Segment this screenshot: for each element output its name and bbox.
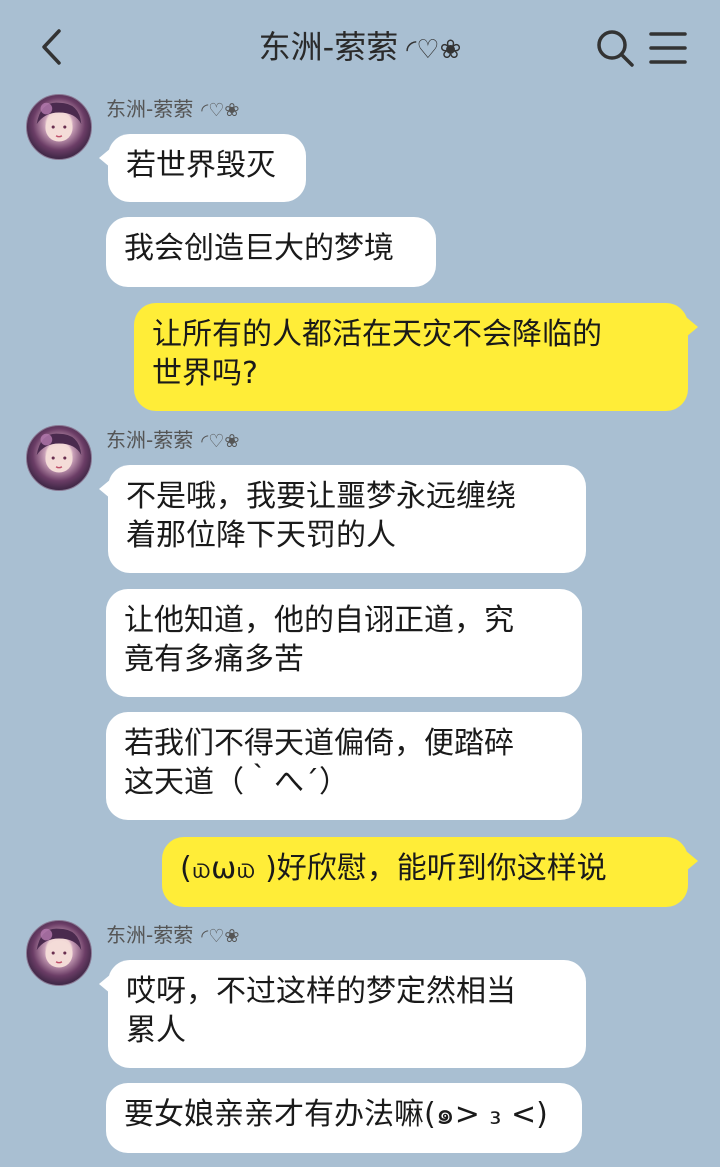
top-bar: 东洲-萦萦 ◜♡❀ <box>0 0 720 94</box>
avatar[interactable] <box>26 94 92 160</box>
message-bubble-incoming[interactable]: 若世界毁灭 <box>99 134 306 202</box>
message-bubble-outgoing[interactable]: (௰ω௰ )好欣慰，能听到你这样说 <box>162 837 698 907</box>
menu-icon <box>649 32 687 64</box>
message-line: 累人 <box>126 1013 186 1048</box>
avatar-portrait-icon <box>36 433 82 473</box>
message-bubble-incoming[interactable]: 若我们不得天道偏倚，便踏碎 这天道（｀へ´） <box>106 712 582 820</box>
message-line: 我会创造巨大的梦境 <box>124 231 394 266</box>
avatar[interactable] <box>26 920 92 986</box>
message-line: 让他知道，他的自诩正道，究 <box>124 603 514 638</box>
search-button[interactable] <box>594 27 636 69</box>
message-line: 若世界毁灭 <box>126 148 276 183</box>
sender-name: 东洲-萦萦 ◜♡❀ <box>106 97 240 121</box>
search-icon <box>597 30 634 67</box>
chat-title-name: 东洲-萦萦 <box>258 28 399 66</box>
message-bubble-outgoing[interactable]: 让所有的人都活在天灾不会降临的 世界吗? <box>134 303 698 411</box>
message-bubble-incoming[interactable]: 哎呀，不过这样的梦定然相当 累人 <box>99 960 586 1068</box>
back-button[interactable] <box>30 22 74 72</box>
message-line: 哎呀，不过这样的梦定然相当 <box>126 974 516 1009</box>
avatar[interactable] <box>26 425 92 491</box>
sender-name: 东洲-萦萦 ◜♡❀ <box>106 923 240 947</box>
sender-decoration: ◜♡❀ <box>201 100 240 121</box>
message-line: 让所有的人都活在天灾不会降临的 <box>152 317 602 352</box>
message-bubble-incoming[interactable]: 我会创造巨大的梦境 <box>106 217 436 287</box>
message-line: 这天道（｀へ´） <box>124 765 349 800</box>
avatar-portrait-icon <box>36 928 82 968</box>
chevron-left-icon <box>42 29 61 65</box>
message-line: 若我们不得天道偏倚，便踏碎 <box>124 726 514 761</box>
chat-title-decoration: ◜♡❀ <box>406 35 462 65</box>
message-line: 要女娘亲亲才有办法嘛(๑> ₃ <) <box>124 1097 548 1132</box>
message-bubble-incoming[interactable]: 要女娘亲亲才有办法嘛(๑> ₃ <) <box>106 1083 582 1153</box>
message-bubble-incoming[interactable]: 让他知道，他的自诩正道，究 竟有多痛多苦 <box>106 589 582 697</box>
message-line: 世界吗? <box>152 356 258 391</box>
chat-title: 东洲-萦萦 ◜♡❀ <box>150 24 570 73</box>
avatar-portrait-icon <box>36 102 82 142</box>
menu-button[interactable] <box>648 27 688 69</box>
message-bubble-incoming[interactable]: 不是哦，我要让噩梦永远缠绕 着那位降下天罚的人 <box>99 465 586 573</box>
message-line: (௰ω௰ )好欣慰，能听到你这样说 <box>180 851 607 886</box>
sender-decoration: ◜♡❀ <box>201 926 240 947</box>
sender-decoration: ◜♡❀ <box>201 431 240 452</box>
sender-name: 东洲-萦萦 ◜♡❀ <box>106 428 240 452</box>
message-line: 不是哦，我要让噩梦永远缠绕 <box>126 479 516 514</box>
message-line: 竟有多痛多苦 <box>124 642 304 677</box>
message-line: 着那位降下天罚的人 <box>126 518 396 553</box>
